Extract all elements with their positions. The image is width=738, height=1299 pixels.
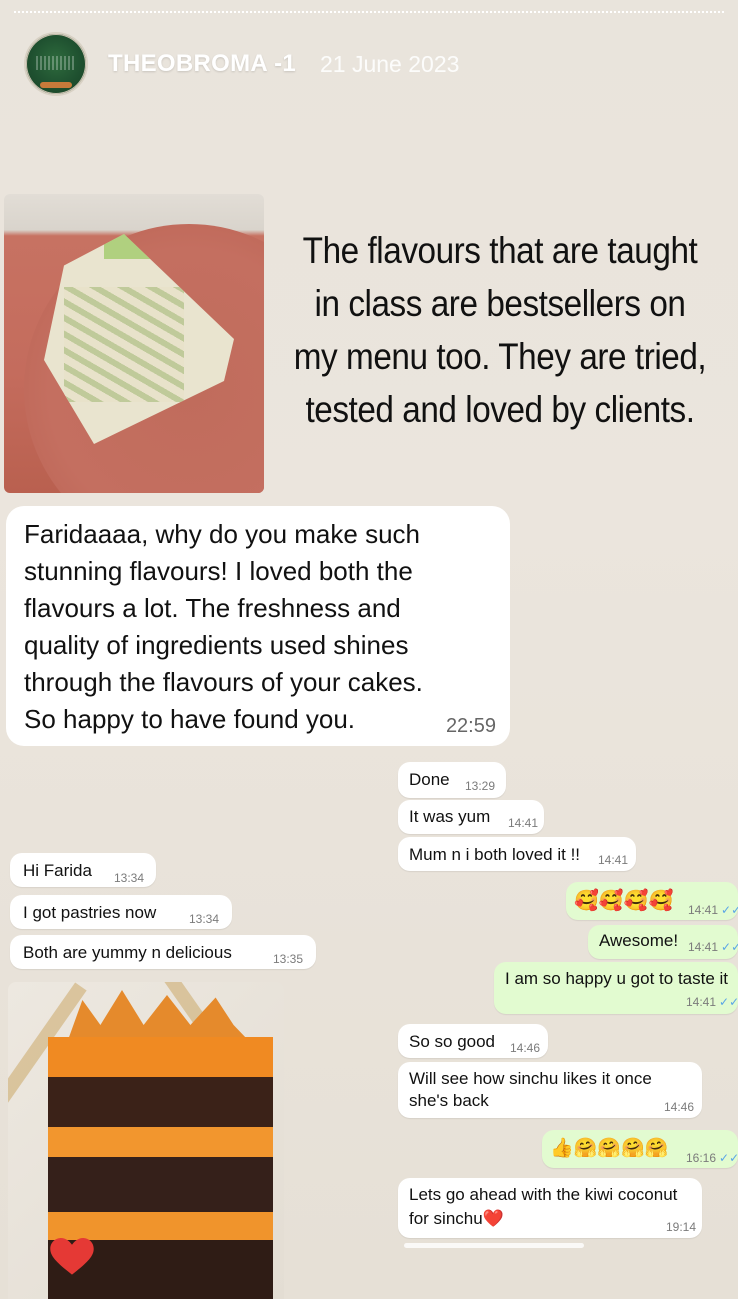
message-text: Awesome!	[599, 931, 679, 950]
message-text: Both are yummy n delicious	[23, 943, 232, 962]
message-text: I got pastries now	[23, 903, 157, 922]
message-time: 14:46	[664, 1100, 695, 1114]
caption-text: The flavours that are taught in class ar…	[293, 224, 707, 436]
chat-message: Will see how sinchu likes it once she's …	[398, 1062, 702, 1118]
read-ticks-icon: ✓✓	[719, 995, 738, 1009]
chat-message-outgoing: 👍🤗🤗🤗🤗 16:16 ✓✓	[542, 1130, 738, 1168]
chat-message: Lets go ahead with the kiwi coconut for …	[398, 1178, 702, 1238]
message-time: 14:41	[598, 853, 629, 867]
caption-line: in class are bestsellers on	[314, 283, 686, 324]
message-text: Done	[409, 770, 450, 789]
message-time: 13:29	[465, 779, 496, 793]
message-time: 19:14	[666, 1220, 697, 1234]
heart-icon[interactable]	[50, 1238, 94, 1276]
message-text: Hi Farida	[23, 861, 92, 880]
review-line: So happy to have found you.	[24, 704, 356, 734]
message-time: 13:35	[273, 952, 304, 966]
message-time: 14:46	[510, 1041, 541, 1055]
cake-topping	[68, 990, 248, 1040]
review-line: stunning flavours! I loved both the	[24, 556, 413, 586]
message-text: Lets go ahead with the kiwi coconut	[409, 1185, 678, 1204]
read-ticks-icon: ✓✓	[721, 903, 738, 917]
chat-message: Both are yummy n delicious 13:35	[10, 935, 316, 969]
message-text: for sinchu❤️	[409, 1209, 504, 1228]
message-text: Mum n i both loved it !!	[409, 845, 581, 864]
chat-message: I got pastries now 13:34	[10, 895, 232, 929]
review-line: flavours a lot. The freshness and	[24, 593, 401, 623]
message-time: 13:34	[114, 871, 145, 885]
review-line: quality of ingredients used shines	[24, 630, 409, 660]
read-ticks-icon: ✓✓	[719, 1151, 738, 1165]
message-time: 13:34	[189, 912, 220, 926]
message-text: It was yum	[409, 807, 491, 826]
chat-message-outgoing: I am so happy u got to taste it 14:41 ✓✓	[494, 962, 738, 1014]
message-time: 14:41	[508, 816, 539, 830]
message-text: So so good	[409, 1032, 496, 1051]
review-line: Faridaaaa, why do you make such	[24, 519, 420, 549]
caption-line: my menu too. They are tried,	[293, 336, 707, 377]
caption-line: tested and loved by clients.	[305, 389, 695, 430]
chat-message: Mum n i both loved it !! 14:41	[398, 837, 636, 871]
read-ticks-icon: ✓✓	[721, 940, 738, 954]
message-text: she's back	[409, 1091, 489, 1110]
story-progress-bar	[14, 11, 724, 13]
emoji-text: 👍🤗🤗🤗🤗	[550, 1138, 669, 1159]
avatar[interactable]	[24, 32, 88, 96]
chat-message: Hi Farida 13:34	[10, 853, 156, 887]
review-line: through the flavours of your cakes.	[24, 667, 423, 697]
emoji-text: 🥰🥰🥰🥰	[574, 890, 674, 912]
partial-message-edge	[404, 1243, 584, 1248]
chat-message-outgoing: Awesome! 14:41 ✓✓	[588, 925, 738, 959]
chat-message-outgoing: 🥰🥰🥰🥰 14:41 ✓✓	[566, 882, 738, 920]
message-time: 14:41	[688, 903, 719, 917]
caption-line: The flavours that are taught	[302, 230, 698, 271]
story-account-name[interactable]: THEOBROMA -1	[108, 50, 296, 78]
message-text: I am so happy u got to taste it	[505, 969, 729, 988]
chat-message: It was yum 14:41	[398, 800, 544, 834]
review-time: 22:59	[445, 715, 496, 737]
message-time: 14:41	[688, 940, 719, 954]
message-text: Will see how sinchu likes it once	[409, 1069, 652, 1088]
chat-message: Done 13:29	[398, 762, 506, 798]
message-time: 14:41	[686, 995, 717, 1009]
review-message: Faridaaaa, why do you make such stunning…	[6, 506, 510, 746]
cake-slice-image	[4, 194, 264, 493]
story-date: 21 June 2023	[320, 51, 460, 77]
chat-message: So so good 14:46	[398, 1024, 548, 1058]
message-time: 16:16	[686, 1151, 717, 1165]
